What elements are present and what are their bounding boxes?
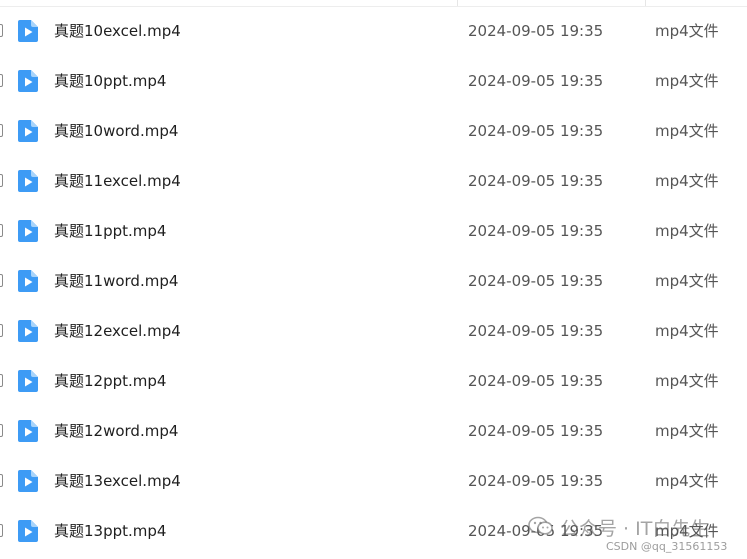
file-row[interactable]: 真题11ppt.mp4 2024-09-05 19:35 mp4文件 xyxy=(0,206,747,256)
video-file-icon xyxy=(17,469,39,493)
row-checkbox[interactable] xyxy=(0,374,3,387)
file-type: mp4文件 xyxy=(655,122,719,140)
file-row[interactable]: 真题13excel.mp4 2024-09-05 19:35 mp4文件 xyxy=(0,456,747,506)
row-checkbox[interactable] xyxy=(0,224,3,237)
file-type: mp4文件 xyxy=(655,422,719,440)
file-name[interactable]: 真题12word.mp4 xyxy=(54,421,178,441)
modified-date: 2024-09-05 19:35 xyxy=(468,272,604,290)
video-file-icon xyxy=(17,219,39,243)
file-row[interactable]: 真题11word.mp4 2024-09-05 19:35 mp4文件 xyxy=(0,256,747,306)
video-file-icon xyxy=(17,319,39,343)
modified-date: 2024-09-05 19:35 xyxy=(468,222,604,240)
file-name[interactable]: 真题12ppt.mp4 xyxy=(54,371,166,391)
modified-date: 2024-09-05 19:35 xyxy=(468,22,604,40)
file-list-window: 真题10excel.mp4 2024-09-05 19:35 mp4文件 真题1… xyxy=(0,0,747,559)
row-checkbox[interactable] xyxy=(0,424,3,437)
video-file-icon xyxy=(17,169,39,193)
modified-date: 2024-09-05 19:35 xyxy=(468,472,604,490)
file-name[interactable]: 真题10word.mp4 xyxy=(54,121,178,141)
row-checkbox[interactable] xyxy=(0,74,3,87)
video-file-icon xyxy=(17,19,39,43)
row-checkbox[interactable] xyxy=(0,474,3,487)
file-type: mp4文件 xyxy=(655,322,719,340)
file-name[interactable]: 真题12excel.mp4 xyxy=(54,321,181,341)
modified-date: 2024-09-05 19:35 xyxy=(468,172,604,190)
file-name[interactable]: 真题11word.mp4 xyxy=(54,271,178,291)
row-checkbox[interactable] xyxy=(0,324,3,337)
file-list: 真题10excel.mp4 2024-09-05 19:35 mp4文件 真题1… xyxy=(0,6,747,556)
file-name[interactable]: 真题11ppt.mp4 xyxy=(54,221,166,241)
row-checkbox[interactable] xyxy=(0,174,3,187)
modified-date: 2024-09-05 19:35 xyxy=(468,422,604,440)
file-type: mp4文件 xyxy=(655,172,719,190)
modified-date: 2024-09-05 19:35 xyxy=(468,372,604,390)
file-row[interactable]: 真题10ppt.mp4 2024-09-05 19:35 mp4文件 xyxy=(0,56,747,106)
file-name[interactable]: 真题13excel.mp4 xyxy=(54,471,181,491)
row-checkbox[interactable] xyxy=(0,24,3,37)
file-row[interactable]: 真题12ppt.mp4 2024-09-05 19:35 mp4文件 xyxy=(0,356,747,406)
modified-date: 2024-09-05 19:35 xyxy=(468,122,604,140)
file-type: mp4文件 xyxy=(655,472,719,490)
video-file-icon xyxy=(17,419,39,443)
row-checkbox[interactable] xyxy=(0,524,3,537)
file-type: mp4文件 xyxy=(655,22,719,40)
file-row[interactable]: 真题10excel.mp4 2024-09-05 19:35 mp4文件 xyxy=(0,6,747,56)
modified-date: 2024-09-05 19:35 xyxy=(468,522,604,540)
file-row[interactable]: 真题13ppt.mp4 2024-09-05 19:35 mp4文件 xyxy=(0,506,747,556)
file-row[interactable]: 真题11excel.mp4 2024-09-05 19:35 mp4文件 xyxy=(0,156,747,206)
file-name[interactable]: 真题10excel.mp4 xyxy=(54,21,181,41)
modified-date: 2024-09-05 19:35 xyxy=(468,322,604,340)
row-checkbox[interactable] xyxy=(0,124,3,137)
modified-date: 2024-09-05 19:35 xyxy=(468,72,604,90)
file-row[interactable]: 真题12excel.mp4 2024-09-05 19:35 mp4文件 xyxy=(0,306,747,356)
file-row[interactable]: 真题12word.mp4 2024-09-05 19:35 mp4文件 xyxy=(0,406,747,456)
file-type: mp4文件 xyxy=(655,522,719,540)
file-type: mp4文件 xyxy=(655,222,719,240)
video-file-icon xyxy=(17,519,39,543)
file-name[interactable]: 真题11excel.mp4 xyxy=(54,171,181,191)
video-file-icon xyxy=(17,369,39,393)
file-name[interactable]: 真题10ppt.mp4 xyxy=(54,71,166,91)
file-type: mp4文件 xyxy=(655,72,719,90)
video-file-icon xyxy=(17,69,39,93)
row-checkbox[interactable] xyxy=(0,274,3,287)
file-type: mp4文件 xyxy=(655,272,719,290)
file-row[interactable]: 真题10word.mp4 2024-09-05 19:35 mp4文件 xyxy=(0,106,747,156)
file-type: mp4文件 xyxy=(655,372,719,390)
video-file-icon xyxy=(17,269,39,293)
video-file-icon xyxy=(17,119,39,143)
file-name[interactable]: 真题13ppt.mp4 xyxy=(54,521,166,541)
